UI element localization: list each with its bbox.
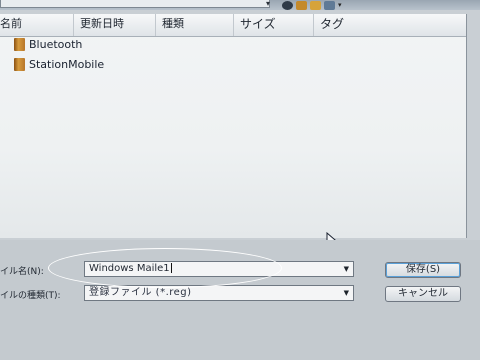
address-bar[interactable] <box>0 0 270 8</box>
column-type[interactable]: 種類 <box>156 14 234 36</box>
up-folder-icon[interactable] <box>296 0 307 10</box>
list-item[interactable]: StationMobile <box>14 56 104 72</box>
folder-icon <box>14 57 25 71</box>
folder-icon <box>14 37 25 51</box>
list-item-label: StationMobile <box>29 57 105 71</box>
filetype-label: イルの種類(T): <box>0 291 61 301</box>
list-item[interactable]: Bluetooth <box>14 36 82 52</box>
filename-label: イル名(N): <box>0 267 44 277</box>
column-modified[interactable]: 更新日時 <box>74 14 156 36</box>
new-folder-icon[interactable] <box>310 0 321 10</box>
chevron-down-icon[interactable]: ▼ <box>344 262 349 276</box>
back-icon[interactable] <box>282 0 293 10</box>
highlight-ellipse <box>48 248 282 288</box>
toolbar-icons: ▾ <box>282 0 344 10</box>
filetype-select[interactable]: 登録ファイル (*.reg) ▼ <box>84 285 354 301</box>
column-size[interactable]: サイズ <box>234 14 314 36</box>
column-tags[interactable]: タグ <box>314 14 466 36</box>
file-list[interactable]: 名前 更新日時 種類 サイズ タグ Bluetooth StationMobil… <box>0 14 467 251</box>
chevron-down-icon[interactable]: ▼ <box>344 286 349 300</box>
view-menu-caret[interactable]: ▾ <box>338 1 344 10</box>
column-name[interactable]: 名前 <box>0 14 74 36</box>
view-icon[interactable] <box>324 0 335 10</box>
address-dropdown[interactable]: ▾ <box>266 0 270 8</box>
filetype-value: 登録ファイル (*.reg) <box>89 287 192 298</box>
save-button[interactable]: 保存(S) <box>385 262 461 278</box>
column-header: 名前 更新日時 種類 サイズ タグ <box>0 14 466 37</box>
cancel-button[interactable]: キャンセル <box>385 286 461 302</box>
list-item-label: Bluetooth <box>29 37 83 51</box>
